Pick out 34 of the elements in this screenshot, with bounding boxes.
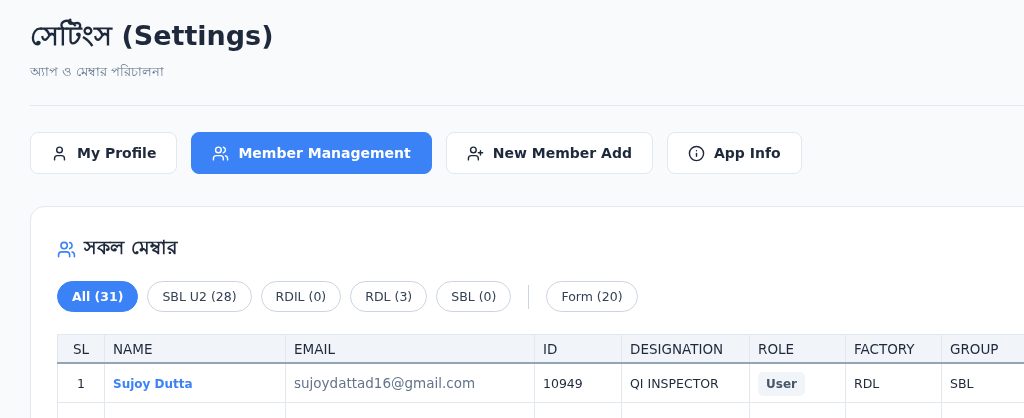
filter-chip[interactable]: SBL U2 (28) <box>147 281 252 312</box>
filter-chip[interactable]: Form (20) <box>546 281 638 312</box>
card-title: সকল মেম্বার <box>84 235 177 260</box>
cell-text: QI INSPECTOR <box>630 375 719 391</box>
column-header: NAME <box>104 334 286 363</box>
column-header: EMAIL <box>285 334 535 363</box>
page-title: সেটিংস (Settings) <box>30 18 275 53</box>
info-icon <box>688 144 705 162</box>
cell-text: 10949 <box>543 375 583 391</box>
users-icon <box>212 144 230 162</box>
filter-chip[interactable]: All (31) <box>57 281 139 312</box>
user-icon <box>51 144 68 162</box>
settings-tab[interactable]: New Member Add <box>445 132 653 174</box>
filter-chip[interactable]: RDIL (0) <box>260 281 342 312</box>
users-icon <box>57 239 76 259</box>
filter-chip[interactable]: RDL (3) <box>350 281 428 312</box>
column-header: ID <box>534 334 622 363</box>
email-text: sujoydattad16@gmail.com <box>294 375 476 391</box>
role-tag: User <box>758 371 805 396</box>
settings-tab[interactable]: My Profile <box>30 132 178 174</box>
settings-tab[interactable]: Member Management <box>191 132 432 174</box>
member-name-link[interactable]: Sujoy Dutta <box>113 376 193 391</box>
column-header: ROLE <box>749 334 846 363</box>
settings-tab[interactable]: App Info <box>667 132 802 174</box>
column-header: GROUP <box>941 334 1024 363</box>
filter-chip[interactable]: SBL (0) <box>436 281 512 312</box>
column-header: SL <box>57 334 105 363</box>
column-header: DESIGNATION <box>621 334 750 363</box>
page-subtitle: অ্যাপ ও মেম্বার পরিচালনা <box>30 63 166 81</box>
cell-text: RDL <box>854 375 880 391</box>
user-plus-icon <box>466 144 484 162</box>
column-header: FACTORY <box>845 334 942 363</box>
cell-text: SBL <box>950 375 974 391</box>
cell-text: 1 <box>77 375 85 391</box>
